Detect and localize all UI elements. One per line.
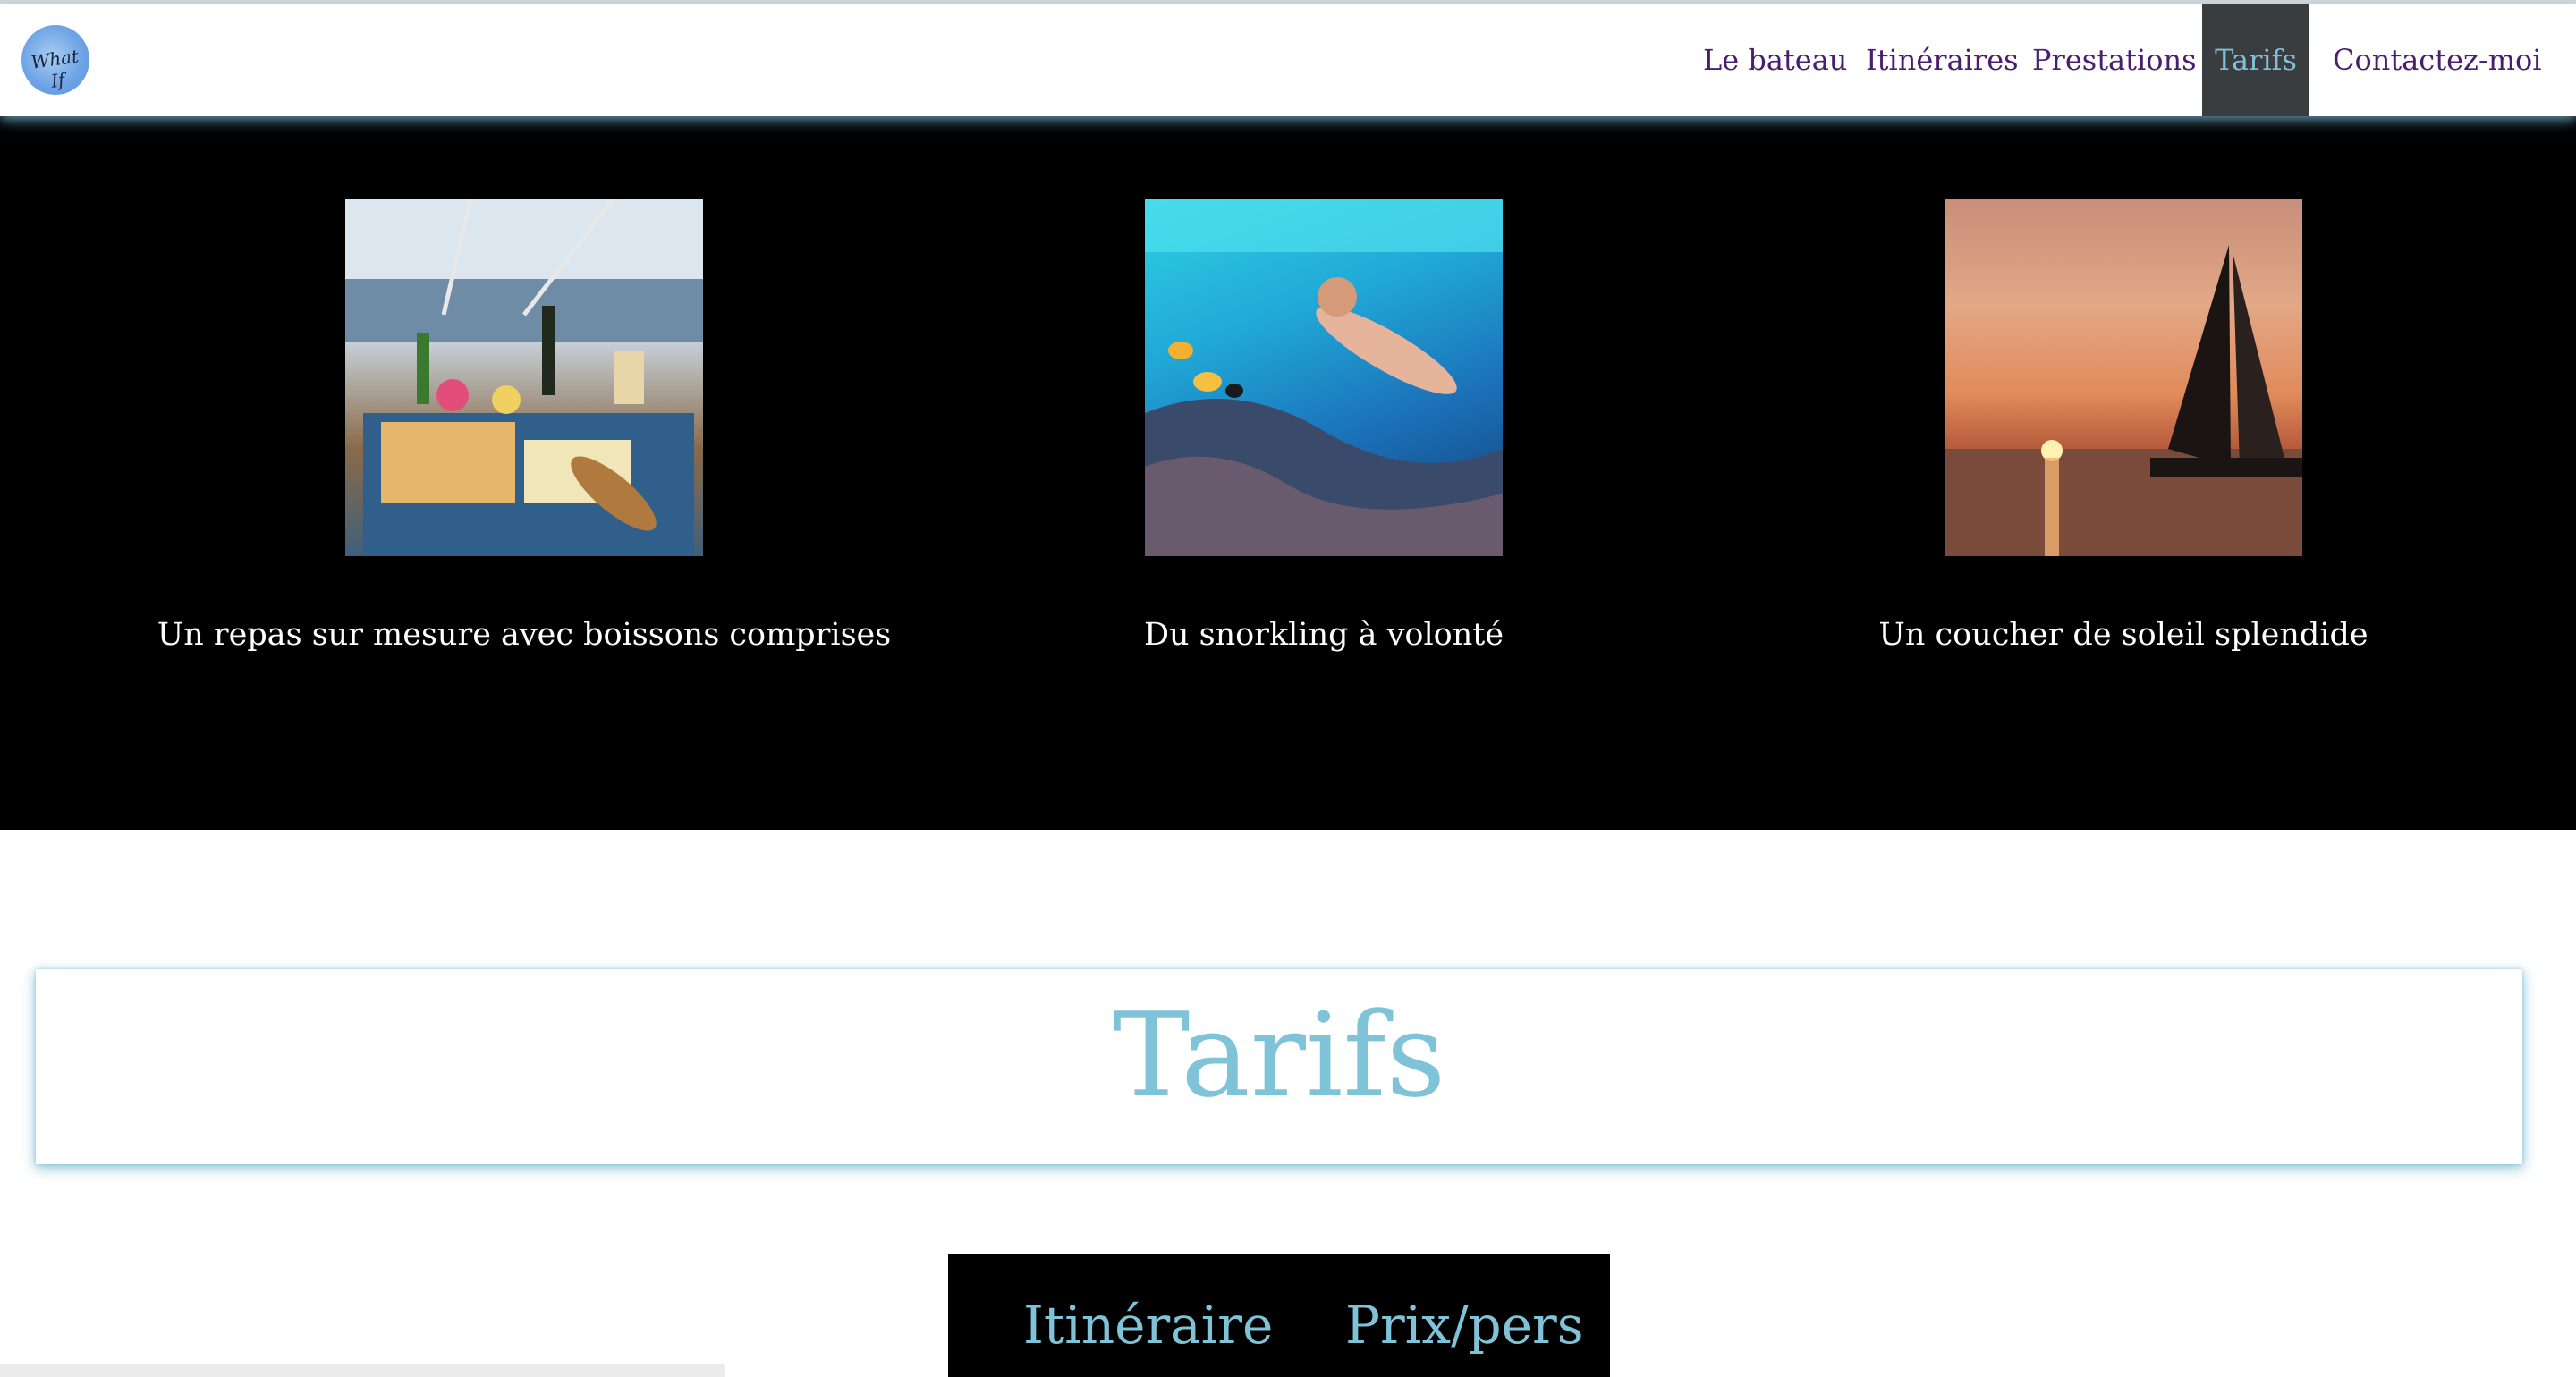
tarifs-section-header: Tarifs <box>36 969 2522 1164</box>
bottom-edge-bar <box>0 1364 724 1377</box>
nav-item-le-bateau[interactable]: Le bateau <box>1703 4 1847 116</box>
nav-item-tarifs[interactable]: Tarifs <box>2202 4 2309 116</box>
gallery-caption: Un repas sur mesure avec boissons compri… <box>157 617 892 653</box>
navbar: What If Le bateau Itinéraires Prestation… <box>0 4 2576 116</box>
sunset-sailboat-image <box>1945 199 2302 556</box>
nav-item-prestations[interactable]: Prestations <box>2032 4 2197 116</box>
section-title: Tarifs <box>1112 987 1446 1123</box>
gallery-caption: Un coucher de soleil splendide <box>1878 617 2368 653</box>
nav-item-itineraires[interactable]: Itinéraires <box>1866 4 2019 116</box>
services-gallery: Un repas sur mesure avec boissons compri… <box>0 116 2576 830</box>
column-header-prix: Prix/pers <box>1345 1295 1584 1356</box>
nav-item-contactez-moi[interactable]: Contactez-moi <box>2333 4 2542 116</box>
gallery-caption: Du snorkling à volonté <box>1143 617 1504 653</box>
logo-text: What If <box>30 45 80 92</box>
meal-on-boat-image <box>345 199 703 556</box>
logo-icon[interactable]: What If <box>21 25 89 95</box>
snorkeling-image <box>1145 199 1503 556</box>
column-header-itineraire: Itinéraire <box>1023 1295 1274 1356</box>
tarifs-table-header: Itinéraire Prix/pers <box>948 1254 1610 1377</box>
